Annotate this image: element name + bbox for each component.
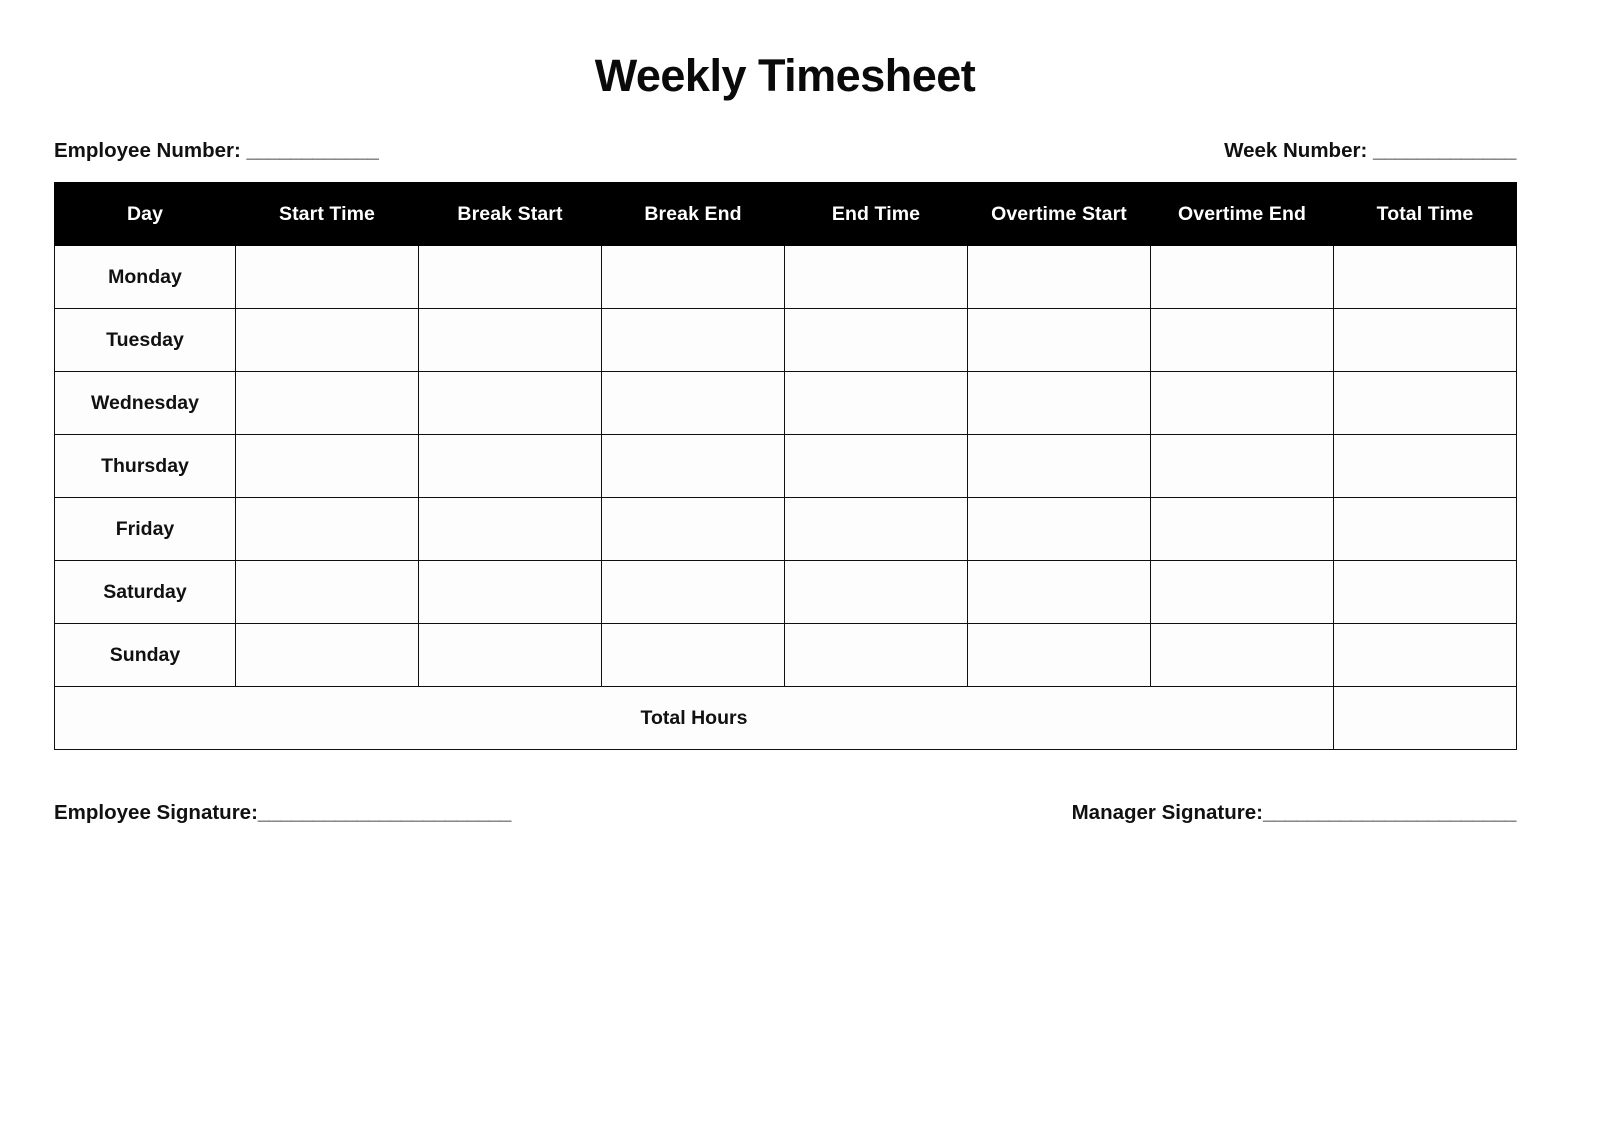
column-header-start-time: Start Time xyxy=(235,182,419,246)
table-row: Tuesday xyxy=(54,308,1517,372)
cell-wednesday-total-time[interactable] xyxy=(1333,371,1517,435)
cell-tuesday-break-end[interactable] xyxy=(601,308,785,372)
cell-sunday-break-start[interactable] xyxy=(418,623,602,687)
cell-thursday-overtime-start[interactable] xyxy=(967,434,1151,498)
header-row: Day Start Time Break Start Break End End… xyxy=(54,182,1517,246)
column-header-end-time: End Time xyxy=(784,182,968,246)
column-header-overtime-start: Overtime Start xyxy=(967,182,1151,246)
cell-wednesday-start-time[interactable] xyxy=(235,371,419,435)
week-number-label: Week Number: xyxy=(1224,139,1373,163)
cell-monday-overtime-start[interactable] xyxy=(967,245,1151,309)
day-label-thursday: Thursday xyxy=(54,434,236,498)
cell-thursday-break-end[interactable] xyxy=(601,434,785,498)
week-number-field: Week Number: _____________ xyxy=(1224,139,1516,164)
cell-thursday-start-time[interactable] xyxy=(235,434,419,498)
cell-saturday-end-time[interactable] xyxy=(784,560,968,624)
cell-monday-end-time[interactable] xyxy=(784,245,968,309)
manager-signature-label: Manager Signature: xyxy=(1071,801,1263,825)
total-hours-label: Total Hours xyxy=(54,686,1334,750)
cell-wednesday-break-end[interactable] xyxy=(601,371,785,435)
signature-row: Employee Signature:_____________________… xyxy=(54,792,1516,826)
total-hours-row: Total Hours xyxy=(54,686,1517,750)
cell-sunday-overtime-end[interactable] xyxy=(1150,623,1334,687)
table-body: Monday Tuesday Wednesday Thursday Friday… xyxy=(54,245,1517,750)
day-label-friday: Friday xyxy=(54,497,236,561)
table-row: Thursday xyxy=(54,434,1517,498)
table-row: Sunday xyxy=(54,623,1517,687)
manager-signature-blank[interactable]: _______________________ xyxy=(1263,801,1516,824)
cell-tuesday-start-time[interactable] xyxy=(235,308,419,372)
cell-friday-overtime-start[interactable] xyxy=(967,497,1151,561)
day-label-tuesday: Tuesday xyxy=(54,308,236,372)
cell-saturday-start-time[interactable] xyxy=(235,560,419,624)
employee-signature-label: Employee Signature: xyxy=(54,801,258,825)
cell-sunday-end-time[interactable] xyxy=(784,623,968,687)
cell-friday-total-time[interactable] xyxy=(1333,497,1517,561)
cell-friday-overtime-end[interactable] xyxy=(1150,497,1334,561)
employee-number-label: Employee Number: xyxy=(54,139,247,163)
cell-monday-break-start[interactable] xyxy=(418,245,602,309)
cell-tuesday-end-time[interactable] xyxy=(784,308,968,372)
employee-signature-blank[interactable]: _______________________ xyxy=(258,801,511,824)
cell-sunday-total-time[interactable] xyxy=(1333,623,1517,687)
cell-friday-break-end[interactable] xyxy=(601,497,785,561)
cell-thursday-end-time[interactable] xyxy=(784,434,968,498)
timesheet-page: Weekly Timesheet Employee Number: ______… xyxy=(0,0,1599,1132)
cell-wednesday-end-time[interactable] xyxy=(784,371,968,435)
cell-sunday-overtime-start[interactable] xyxy=(967,623,1151,687)
cell-saturday-break-end[interactable] xyxy=(601,560,785,624)
cell-tuesday-overtime-end[interactable] xyxy=(1150,308,1334,372)
employee-signature-field: Employee Signature:_____________________… xyxy=(54,801,511,826)
cell-saturday-overtime-start[interactable] xyxy=(967,560,1151,624)
cell-sunday-start-time[interactable] xyxy=(235,623,419,687)
employee-number-blank[interactable]: ____________ xyxy=(247,139,379,162)
cell-tuesday-break-start[interactable] xyxy=(418,308,602,372)
table-row: Monday xyxy=(54,245,1517,309)
table-row: Saturday xyxy=(54,560,1517,624)
meta-row: Employee Number: ____________ Week Numbe… xyxy=(54,132,1516,164)
manager-signature-field: Manager Signature:______________________… xyxy=(1071,801,1517,826)
column-header-break-end: Break End xyxy=(601,182,785,246)
table-header: Day Start Time Break Start Break End End… xyxy=(54,182,1517,246)
cell-thursday-overtime-end[interactable] xyxy=(1150,434,1334,498)
cell-sunday-break-end[interactable] xyxy=(601,623,785,687)
cell-saturday-break-start[interactable] xyxy=(418,560,602,624)
day-label-monday: Monday xyxy=(54,245,236,309)
table-row: Friday xyxy=(54,497,1517,561)
column-header-day: Day xyxy=(54,182,236,246)
week-number-blank[interactable]: _____________ xyxy=(1373,139,1516,162)
cell-tuesday-total-time[interactable] xyxy=(1333,308,1517,372)
column-header-break-start: Break Start xyxy=(418,182,602,246)
page-title: Weekly Timesheet xyxy=(594,50,976,101)
cell-thursday-break-start[interactable] xyxy=(418,434,602,498)
day-label-saturday: Saturday xyxy=(54,560,236,624)
cell-wednesday-break-start[interactable] xyxy=(418,371,602,435)
cell-friday-start-time[interactable] xyxy=(235,497,419,561)
table-row: Wednesday xyxy=(54,371,1517,435)
cell-thursday-total-time[interactable] xyxy=(1333,434,1517,498)
cell-monday-total-time[interactable] xyxy=(1333,245,1517,309)
day-label-wednesday: Wednesday xyxy=(54,371,236,435)
cell-saturday-overtime-end[interactable] xyxy=(1150,560,1334,624)
cell-total-hours-value[interactable] xyxy=(1333,686,1517,750)
cell-tuesday-overtime-start[interactable] xyxy=(967,308,1151,372)
column-header-overtime-end: Overtime End xyxy=(1150,182,1334,246)
employee-number-field: Employee Number: ____________ xyxy=(54,139,379,164)
cell-monday-start-time[interactable] xyxy=(235,245,419,309)
cell-friday-end-time[interactable] xyxy=(784,497,968,561)
cell-saturday-total-time[interactable] xyxy=(1333,560,1517,624)
cell-monday-overtime-end[interactable] xyxy=(1150,245,1334,309)
day-label-sunday: Sunday xyxy=(54,623,236,687)
cell-friday-break-start[interactable] xyxy=(418,497,602,561)
cell-wednesday-overtime-start[interactable] xyxy=(967,371,1151,435)
timesheet-table: Day Start Time Break Start Break End End… xyxy=(54,182,1517,750)
cell-wednesday-overtime-end[interactable] xyxy=(1150,371,1334,435)
column-header-total-time: Total Time xyxy=(1333,182,1517,246)
cell-monday-break-end[interactable] xyxy=(601,245,785,309)
